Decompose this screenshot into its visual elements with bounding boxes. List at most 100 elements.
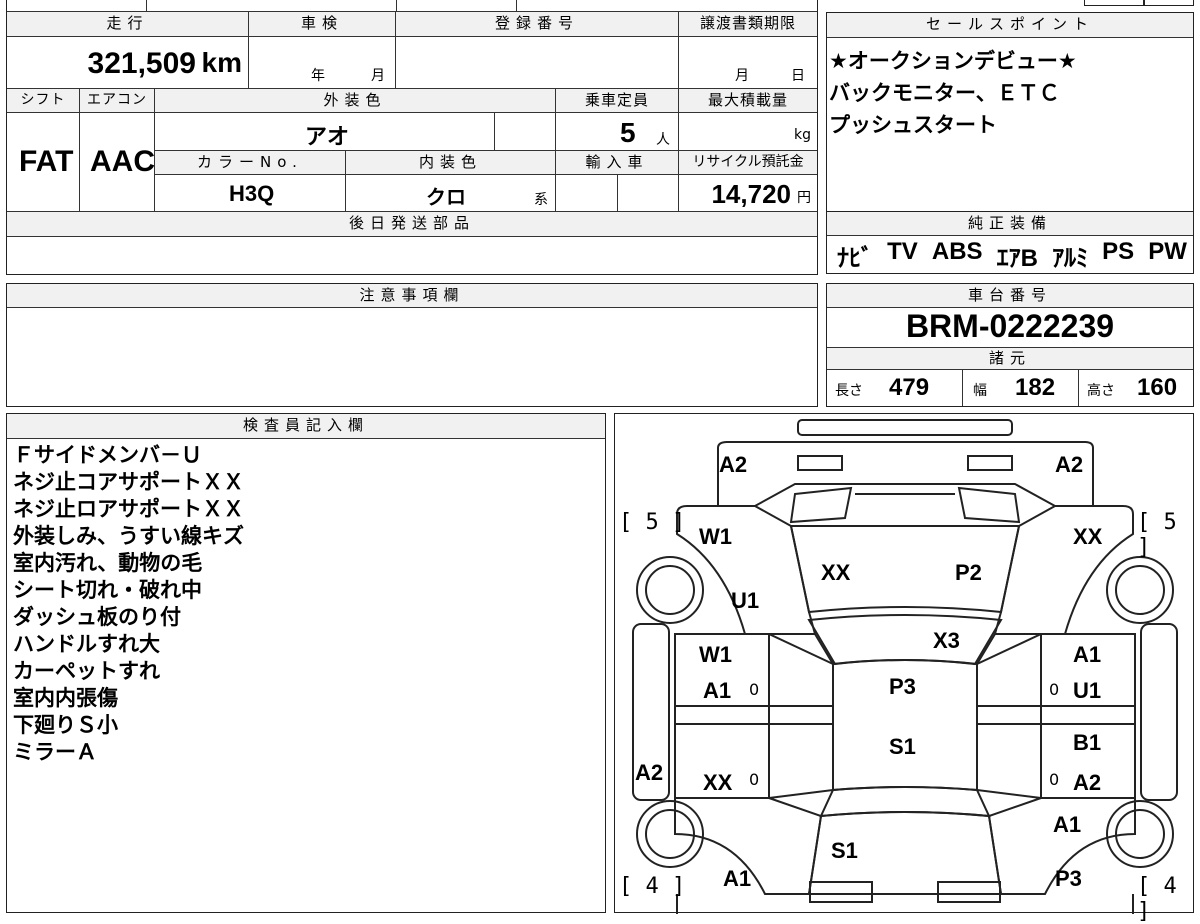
sales-points-text: ★オークションデビュー★ バックモニター、ＥＴＣ プッシュスタート xyxy=(829,45,1077,141)
inspector-note: Ｆサイドメンバ－Ｕ xyxy=(13,443,202,467)
shift-cell: FAT xyxy=(7,113,80,212)
equipment-item: TV xyxy=(887,238,918,265)
damage-right-rear-door-1: B1 xyxy=(1073,730,1102,755)
caution-panel: 注意事項欄 xyxy=(6,283,818,407)
top-remnant-row xyxy=(147,0,397,12)
color-no-value: H3Q xyxy=(229,181,275,206)
mileage-value: 321,509 xyxy=(87,47,196,80)
import-cell-2 xyxy=(618,175,679,212)
sales-points-header: セールスポイント xyxy=(827,13,1193,38)
chassis-cell: BRM-0222239 xyxy=(827,308,1193,348)
damage-roof-2: S1 xyxy=(889,734,916,759)
bracket-rear-right: [ 4 ] xyxy=(1137,874,1177,924)
damage-right-front-fender: XX xyxy=(1073,524,1103,549)
damage-left-rocker: A2 xyxy=(635,760,664,785)
zero-mark: 0 xyxy=(749,680,760,699)
spec-length-cell: 長さ 479 xyxy=(827,370,963,406)
shaken-month-unit: 月 xyxy=(371,68,385,84)
inspector-note: 室内汚れ、動物の毛 xyxy=(13,551,203,575)
aircon-cell: AAC xyxy=(80,113,155,212)
registration-header: 登録番号 xyxy=(396,12,679,37)
maxload-unit: kg xyxy=(794,127,811,143)
top-right-remnant xyxy=(1144,0,1194,6)
equipment-item: ABS xyxy=(931,238,983,265)
bracket-rear-left: [ 4 ] xyxy=(619,874,686,899)
damage-roof: P3 xyxy=(889,674,916,699)
inspector-header: 検査員記入欄 xyxy=(7,414,605,439)
damage-left-rear-door: XX xyxy=(703,770,733,795)
zero-mark: 0 xyxy=(1049,680,1060,699)
exterior-value: アオ xyxy=(305,124,350,149)
mileage-cell: 321,509 km xyxy=(7,37,249,89)
recycle-header: リサイクル預託金 xyxy=(679,151,817,175)
damage-hood-left: XX xyxy=(821,560,851,585)
bracket-front-left: [ 5 ] xyxy=(619,510,686,535)
inspector-note: ネジ止ロアサポートＸＸ xyxy=(13,497,244,521)
inspector-note: ネジ止コアサポートＸＸ xyxy=(13,470,244,494)
registration-cell xyxy=(396,37,679,89)
top-right-remnant xyxy=(1084,0,1144,6)
shaken-cell: 年 月 xyxy=(249,37,396,89)
mileage-unit: km xyxy=(201,47,242,78)
bracket-front-right: [ 5 ] xyxy=(1137,510,1177,560)
transfer-header: 譲渡書類期限 xyxy=(679,12,817,37)
damage-right-front-door-1: A1 xyxy=(1073,642,1102,667)
top-remnant-row xyxy=(397,0,517,12)
damage-left-front-fender: W1 xyxy=(699,524,732,549)
equipment-item: PW xyxy=(1148,238,1187,265)
damage-right-rear-door-2: A2 xyxy=(1073,770,1102,795)
exterior-header: 外装色 xyxy=(155,89,556,113)
import-header: 輸入車 xyxy=(556,151,679,175)
aircon-value: AAC xyxy=(90,145,155,178)
caution-header: 注意事項欄 xyxy=(7,284,817,308)
aircon-header: エアコン xyxy=(80,89,155,113)
damage-left-front-door-2: A1 xyxy=(703,678,732,703)
spec-height-label: 高さ xyxy=(1087,383,1115,399)
damage-windshield: X3 xyxy=(933,628,960,653)
sales-point-line: ★オークションデビュー★ xyxy=(829,49,1077,73)
damage-diagram-panel: [ 5 ] [ 5 ] [ 4 ] [ 4 ] A2 A2 W1 U1 XX X… xyxy=(614,413,1194,924)
damage-front-left-corner: A2 xyxy=(719,452,748,477)
equipment-item: ﾅﾋﾞ xyxy=(837,245,873,272)
equipment-header: 純正装備 xyxy=(827,212,1193,236)
damage-left-front-fender-2: U1 xyxy=(731,588,760,613)
chassis-panel: 車台番号 BRM-0222239 諸元 長さ 479 幅 182 高さ 160 xyxy=(826,283,1194,407)
spec-height-cell: 高さ 160 xyxy=(1079,370,1193,406)
damage-rear-glass: S1 xyxy=(831,838,858,863)
inspector-notes: Ｆサイドメンバ－Ｕ ネジ止コアサポートＸＸ ネジ止ロアサポートＸＸ 外装しみ、う… xyxy=(13,442,244,766)
color-no-header: カラーNo. xyxy=(155,151,346,175)
equipment-list: ﾅﾋﾞ TV ABS ｴｱB ｱﾙﾐ PS PW xyxy=(837,238,1187,273)
capacity-header: 乗車定員 xyxy=(556,89,679,113)
zero-mark: 0 xyxy=(1049,770,1060,789)
sales-point-line: バックモニター、ＥＴＣ xyxy=(829,81,1060,105)
equipment-item: ｴｱB xyxy=(996,245,1038,272)
inspector-panel: 検査員記入欄 Ｆサイドメンバ－Ｕ ネジ止コアサポートＸＸ ネジ止ロアサポートＸＸ… xyxy=(6,413,606,913)
inspector-note: ミラーＡ xyxy=(13,740,97,764)
damage-left-rear-corner: A1 xyxy=(723,866,752,891)
damage-hood-right: P2 xyxy=(955,560,982,585)
shaken-year-unit: 年 xyxy=(311,68,325,84)
interior-header: 内装色 xyxy=(346,151,556,175)
interior-value: クロ xyxy=(426,187,466,209)
recycle-cell: 14,720 円 xyxy=(679,175,817,212)
inspector-note: 室内内張傷 xyxy=(13,686,118,710)
later-parts-cell xyxy=(7,237,817,273)
capacity-unit: 人 xyxy=(656,132,670,148)
spec-height-value: 160 xyxy=(1137,374,1178,401)
mileage-header: 走行 xyxy=(7,12,249,37)
equipment-panel: 純正装備 ﾅﾋﾞ TV ABS ｴｱB ｱﾙﾐ PS PW xyxy=(826,212,1194,274)
transfer-cell: 月 日 xyxy=(679,37,817,89)
damage-right-rear-corner: P3 xyxy=(1055,866,1082,891)
transfer-day-unit: 日 xyxy=(791,68,805,84)
capacity-cell: 5 人 xyxy=(556,113,679,151)
later-parts-header: 後日発送部品 xyxy=(7,212,817,237)
damage-right-rear-fender: A1 xyxy=(1053,812,1082,837)
maxload-header: 最大積載量 xyxy=(679,89,817,113)
damage-front-right-corner: A2 xyxy=(1055,452,1084,477)
damage-right-front-door-2: U1 xyxy=(1073,678,1102,703)
top-remnant-row xyxy=(7,0,147,12)
recycle-value: 14,720 xyxy=(711,179,791,209)
spec-length-value: 479 xyxy=(889,374,930,401)
maxload-cell: kg xyxy=(679,113,817,151)
color-no-cell: H3Q xyxy=(155,175,346,212)
